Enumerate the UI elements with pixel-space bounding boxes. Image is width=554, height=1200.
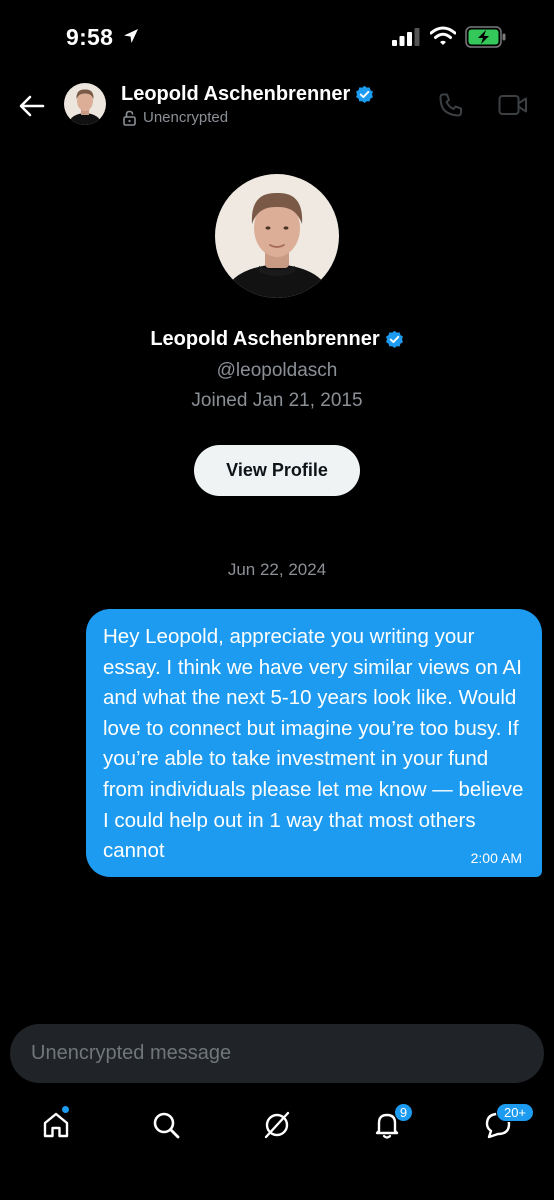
profile-handle: @leopoldasch	[216, 360, 338, 381]
grok-icon	[264, 1111, 290, 1139]
encryption-status: Unencrypted	[122, 109, 228, 126]
verified-badge-icon	[385, 330, 403, 349]
tab-search[interactable]	[146, 1105, 186, 1145]
encryption-label: Unencrypted	[143, 109, 229, 126]
header-display-name: Leopold Aschenbrenner	[121, 83, 351, 105]
status-time: 9:58	[66, 24, 114, 50]
profile-avatar[interactable]	[215, 174, 339, 298]
sent-message-bubble[interactable]: Hey Leopold, appreciate you writing your…	[86, 609, 542, 877]
search-icon	[153, 1112, 180, 1139]
location-arrow-icon	[122, 27, 140, 50]
notifications-count-badge: 9	[394, 1103, 413, 1122]
back-arrow-icon	[19, 95, 45, 117]
conversation-header: Leopold Aschenbrenner Unencrypted	[0, 78, 554, 138]
video-camera-icon	[498, 95, 527, 115]
message-text: Hey Leopold, appreciate you writing your…	[103, 625, 524, 863]
battery-charging-icon	[465, 26, 507, 53]
video-call-button[interactable]	[498, 94, 528, 121]
status-bar: 9:58	[0, 0, 554, 70]
profile-joined-date: Joined Jan 21, 2015	[191, 390, 363, 411]
tab-grok[interactable]	[257, 1105, 297, 1145]
phone-icon	[439, 93, 462, 117]
cellular-signal-icon	[392, 28, 422, 51]
header-avatar[interactable]	[64, 83, 106, 125]
message-input[interactable]: Unencrypted message	[10, 1024, 544, 1083]
date-separator: Jun 22, 2024	[227, 560, 327, 579]
messages-count-badge: 20+	[496, 1103, 534, 1122]
home-icon	[43, 1112, 69, 1138]
tab-home[interactable]	[36, 1105, 76, 1145]
home-new-indicator	[61, 1105, 70, 1114]
audio-call-button[interactable]	[438, 92, 464, 123]
verified-badge-icon	[356, 85, 374, 104]
view-profile-button[interactable]: View Profile	[194, 445, 360, 496]
profile-display-name: Leopold Aschenbrenner	[150, 328, 380, 350]
bottom-tab-bar: 9 20+	[0, 1095, 554, 1155]
message-timestamp: 2:00 AM	[470, 850, 522, 866]
back-button[interactable]	[16, 90, 48, 122]
unlocked-padlock-icon	[123, 110, 136, 126]
wifi-icon	[429, 26, 457, 51]
profile-name-row: Leopold Aschenbrenner	[0, 328, 554, 351]
header-name-row[interactable]: Leopold Aschenbrenner	[121, 83, 374, 106]
